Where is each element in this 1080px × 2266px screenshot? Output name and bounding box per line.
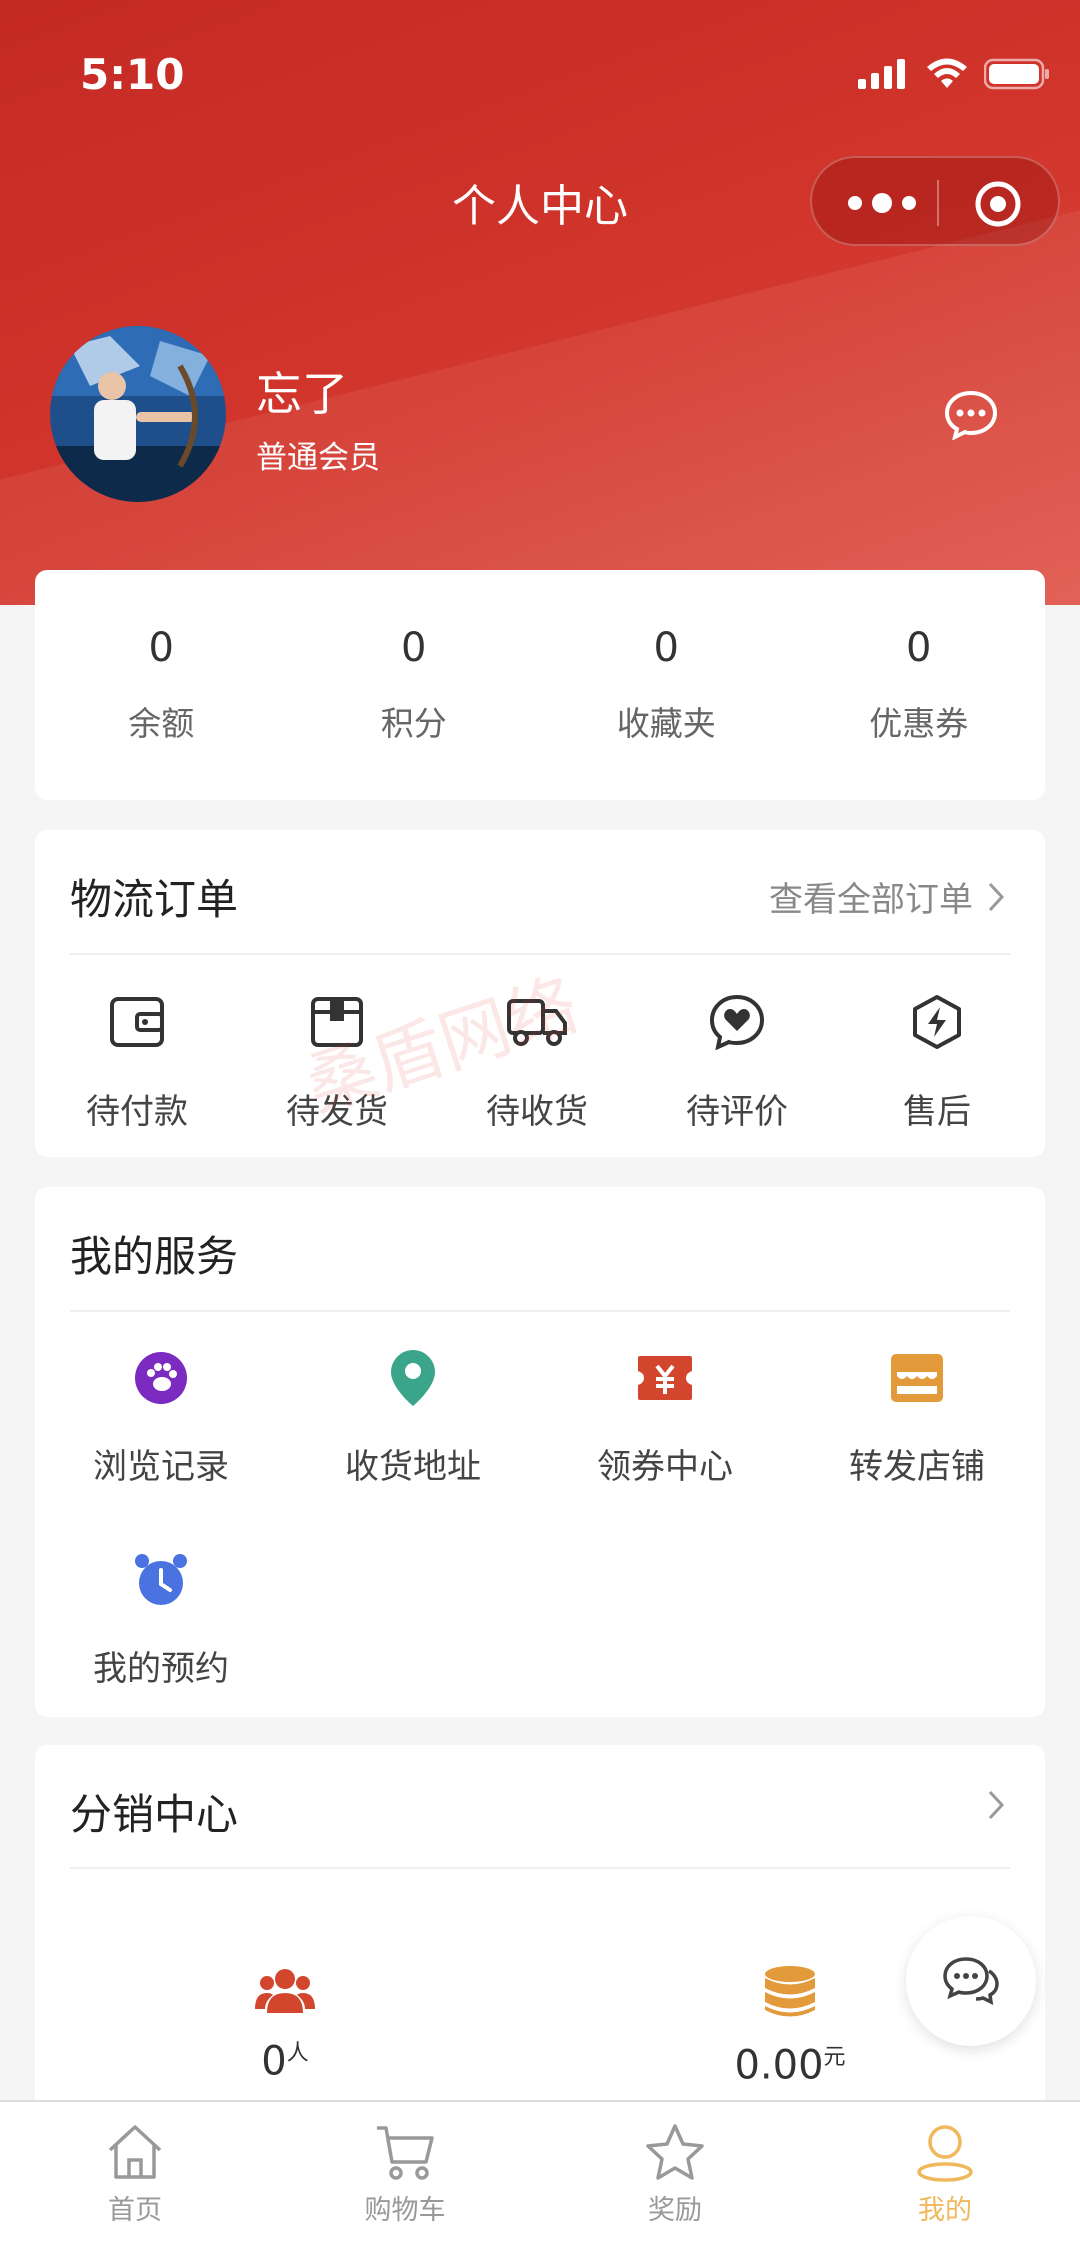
footprint-icon — [135, 1352, 187, 1404]
amount-value: 0.00 — [734, 2042, 824, 2089]
wallet-icon — [110, 997, 164, 1047]
stat-label: 积分 — [380, 704, 447, 743]
services-title: 我的服务 — [70, 1232, 239, 1281]
battery-icon — [984, 58, 1049, 90]
tab-bar: 首页 购物车 奖励 我的 — [0, 2100, 1080, 2266]
box-icon — [311, 997, 363, 1047]
order-pending-receipt[interactable]: 待收货 — [457, 990, 617, 1133]
location-pin-icon — [391, 1350, 435, 1406]
stat-label: 优惠券 — [869, 704, 969, 743]
order-after-sales[interactable]: 售后 — [857, 990, 1017, 1133]
tab-rewards[interactable]: 奖励 — [540, 2102, 810, 2266]
message-icon[interactable] — [944, 390, 998, 440]
order-pending-review[interactable]: 待评价 — [657, 990, 817, 1133]
view-all-orders-label: 查看全部订单 — [769, 880, 973, 920]
stat-points[interactable]: 0 积分 — [288, 570, 541, 800]
heart-chat-icon — [709, 994, 765, 1050]
order-label: 待付款 — [86, 1092, 188, 1132]
stat-value: 0 — [148, 625, 174, 671]
truck-icon — [507, 999, 567, 1046]
coins-stack-icon — [765, 1966, 815, 2017]
services-card: 我的服务 浏览记录 收货地址 领券中心 转发店铺 我的预约 — [35, 1187, 1045, 1717]
more-menu-button[interactable] — [848, 186, 968, 220]
team-icon — [255, 1969, 315, 2013]
service-label: 转发店铺 — [849, 1447, 985, 1487]
view-all-orders-link[interactable]: 查看全部订单 — [769, 872, 1005, 921]
divider — [70, 1310, 1010, 1312]
service-coupon-center[interactable]: 领券中心 — [565, 1347, 765, 1488]
service-label: 我的预约 — [93, 1649, 229, 1689]
stat-coupons[interactable]: 0 优惠券 — [793, 570, 1046, 800]
tab-home[interactable]: 首页 — [0, 2102, 270, 2266]
stats-card: 0 余额 0 积分 0 收藏夹 0 优惠券 — [35, 570, 1045, 800]
tab-cart[interactable]: 购物车 — [270, 2102, 540, 2266]
user-icon — [917, 2125, 973, 2182]
service-share-store[interactable]: 转发店铺 — [817, 1347, 1017, 1488]
chevron-right-icon — [988, 1790, 1005, 1820]
wifi-icon — [927, 58, 967, 88]
orders-card: 物流订单 查看全部订单 待付款 待发货 待收货 待评价 售后 — [35, 830, 1045, 1157]
service-my-appointments[interactable]: 我的预约 — [61, 1549, 261, 1690]
tab-mine[interactable]: 我的 — [810, 2102, 1080, 2266]
star-icon — [646, 2124, 704, 2180]
order-label: 待评价 — [686, 1092, 788, 1132]
coupon-icon — [638, 1356, 692, 1400]
chat-bubble-icon — [943, 1957, 999, 2006]
close-miniprogram-button[interactable] — [974, 180, 1022, 228]
tab-label: 我的 — [918, 2195, 972, 2226]
service-browse-history[interactable]: 浏览记录 — [61, 1347, 261, 1488]
service-label: 领券中心 — [597, 1447, 733, 1487]
order-pending-payment[interactable]: 待付款 — [57, 990, 217, 1133]
stat-value: 0 — [906, 625, 932, 671]
service-label: 收货地址 — [345, 1447, 481, 1487]
status-icons — [858, 58, 1050, 90]
orders-title: 物流订单 — [70, 875, 239, 924]
miniprogram-capsule — [810, 156, 1060, 246]
username: 忘了 — [256, 367, 348, 421]
alarm-clock-icon — [135, 1554, 187, 1605]
amount-unit: 元 — [823, 2045, 846, 2070]
lightning-shield-icon — [913, 995, 961, 1049]
member-level: 普通会员 — [256, 440, 380, 476]
distribution-title: 分销中心 — [70, 1790, 239, 1839]
divider — [70, 1867, 1010, 1869]
divider — [70, 953, 1010, 955]
signal-icon — [858, 59, 905, 89]
store-icon — [891, 1354, 943, 1402]
chevron-right-icon — [988, 882, 1005, 911]
service-label: 浏览记录 — [93, 1447, 229, 1487]
tab-label: 购物车 — [364, 2195, 446, 2226]
distribution-amount[interactable]: 0.00元 — [640, 1965, 940, 2088]
stat-label: 余额 — [128, 704, 195, 743]
order-label: 待收货 — [486, 1092, 588, 1132]
people-unit: 人 — [286, 2041, 309, 2066]
stat-value: 0 — [401, 625, 427, 671]
stat-label: 收藏夹 — [616, 704, 716, 743]
service-shipping-address[interactable]: 收货地址 — [313, 1347, 513, 1488]
avatar[interactable] — [50, 326, 226, 502]
stat-balance[interactable]: 0 余额 — [35, 570, 288, 800]
tab-label: 奖励 — [648, 2195, 702, 2226]
order-label: 待发货 — [286, 1092, 388, 1132]
stat-favorites[interactable]: 0 收藏夹 — [540, 570, 793, 800]
people-count: 0 — [261, 2038, 287, 2085]
home-icon — [108, 2125, 162, 2179]
order-pending-shipment[interactable]: 待发货 — [257, 990, 417, 1133]
tab-label: 首页 — [108, 2195, 162, 2226]
stat-value: 0 — [653, 625, 679, 671]
order-label: 售后 — [903, 1092, 971, 1132]
distribution-people[interactable]: 0人 — [135, 1965, 435, 2084]
cart-icon — [377, 2126, 434, 2180]
status-time: 5:10 — [80, 50, 185, 99]
customer-service-button[interactable] — [906, 1916, 1036, 2046]
